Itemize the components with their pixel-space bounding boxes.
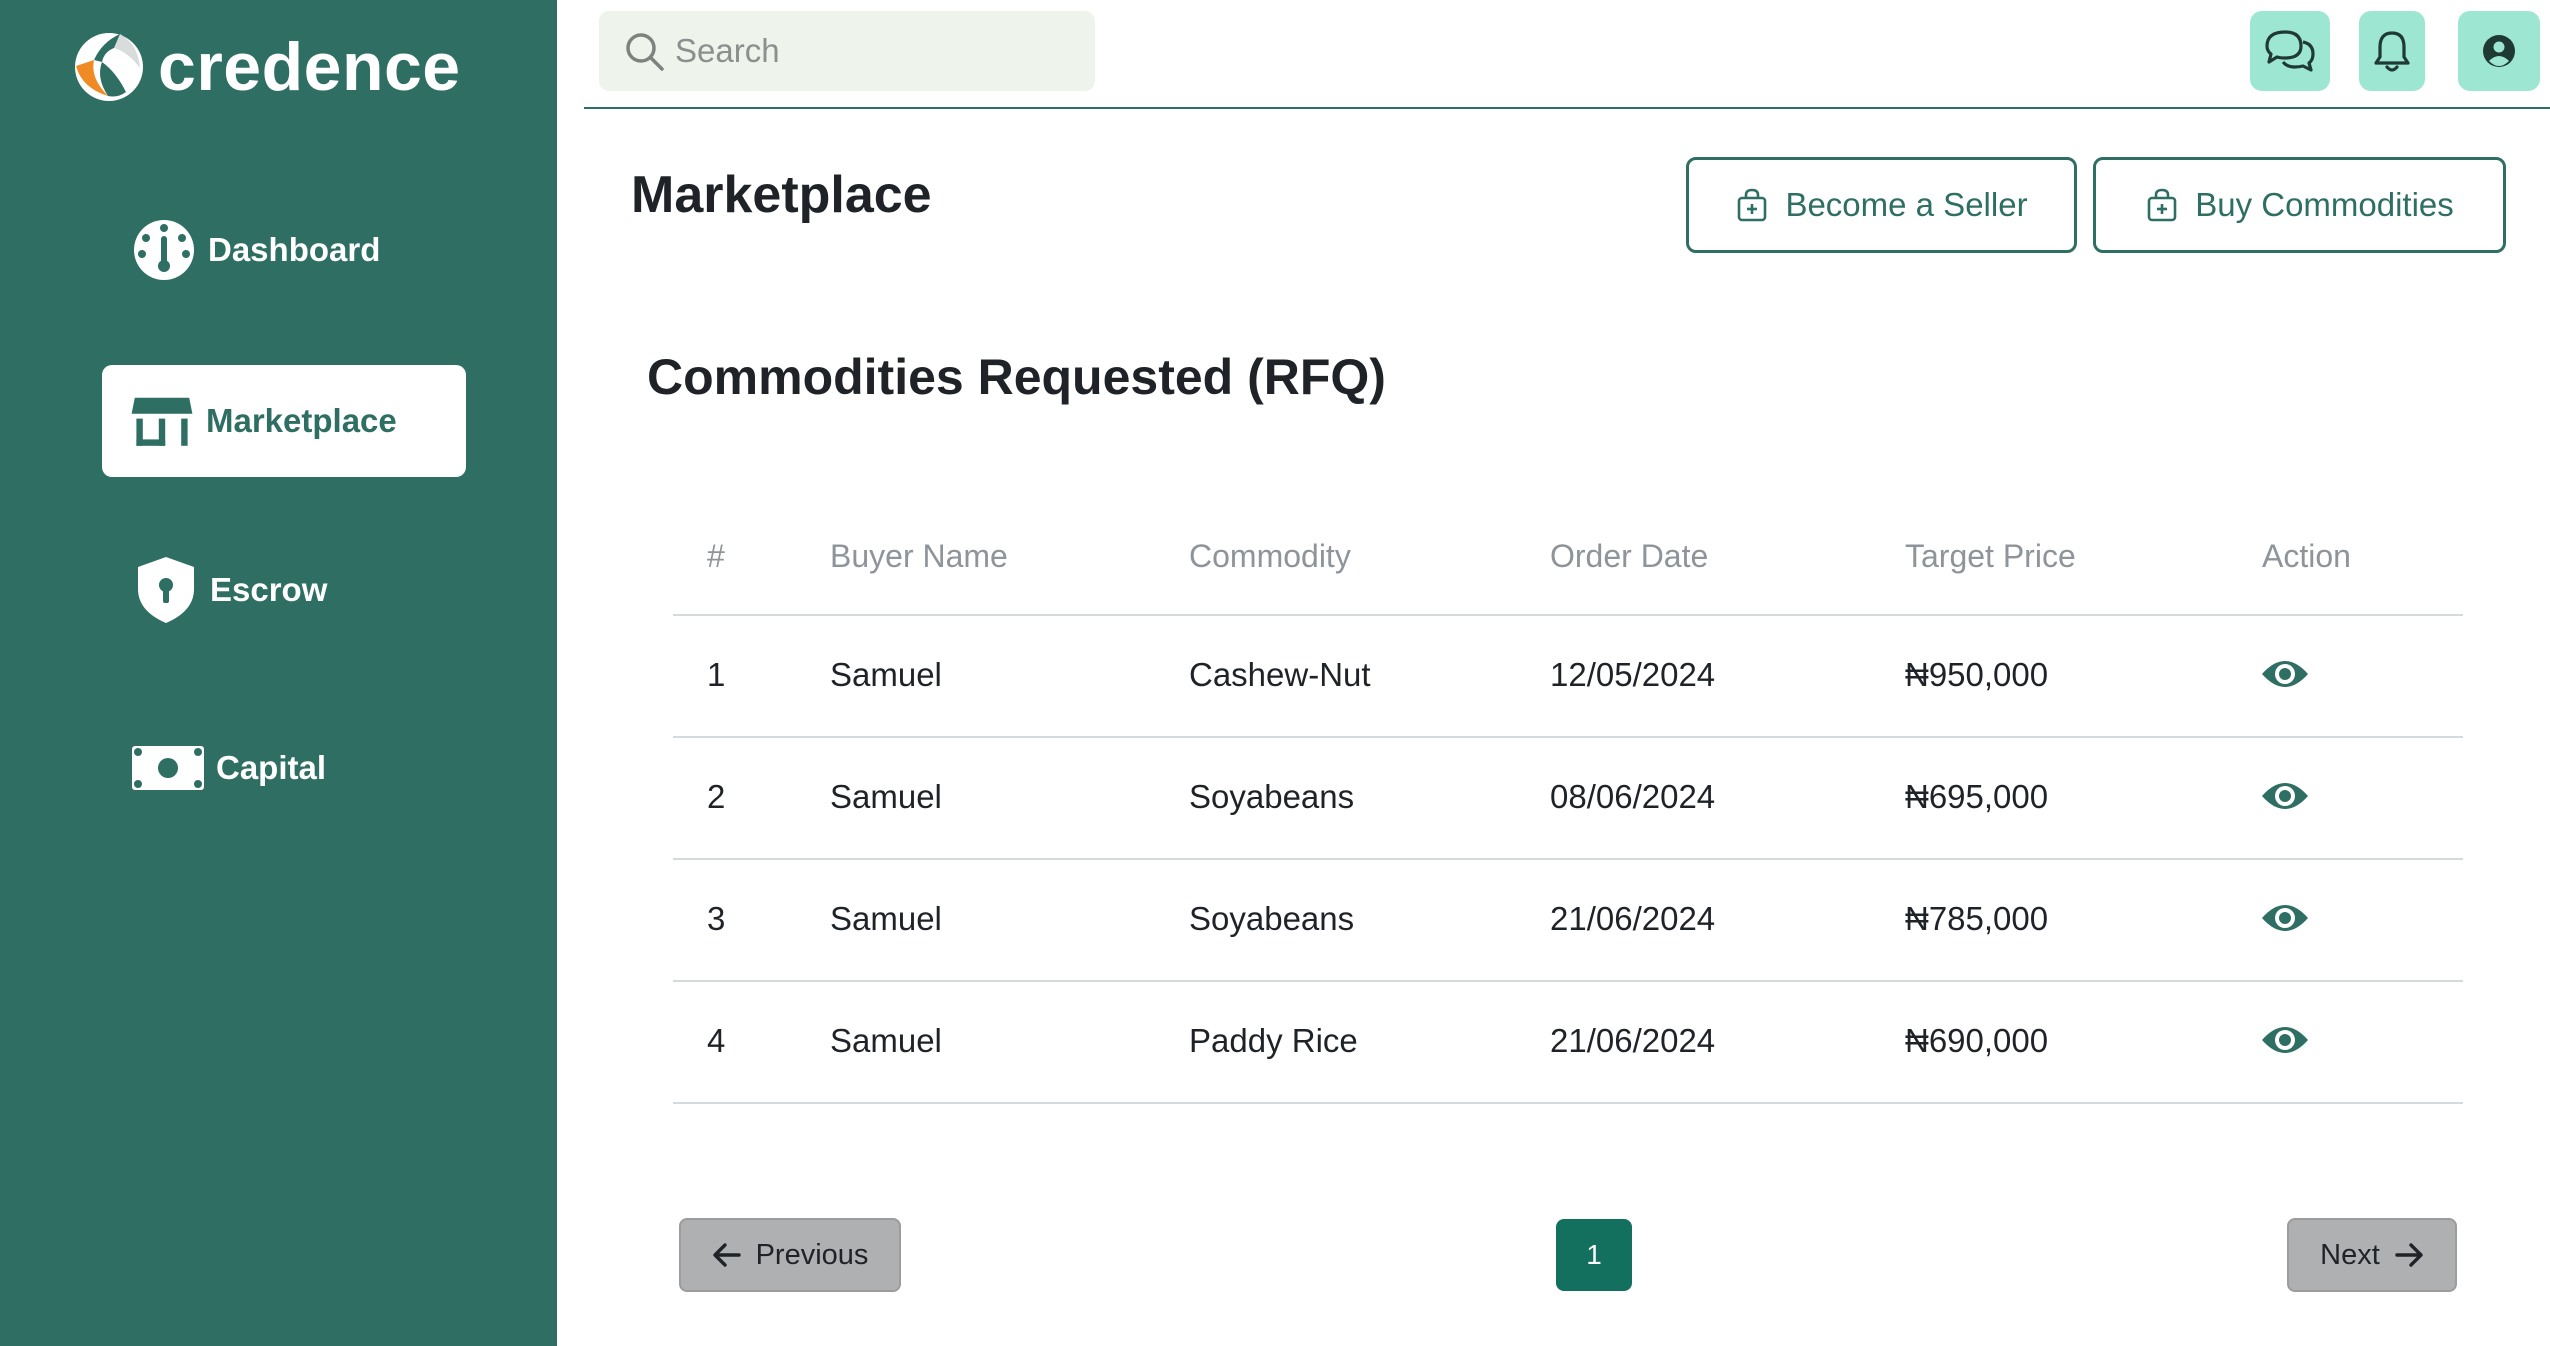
become-seller-button[interactable]: Become a Seller [1686,157,2077,253]
table-header: # Buyer Name Commodity Order Date Target… [673,518,2463,616]
sidebar-item-capital[interactable]: Capital [132,740,326,796]
order-date: 12/05/2024 [1550,656,1716,693]
chat-button[interactable] [2250,11,2330,91]
brand-name: credence [158,29,461,105]
target-price: ₦690,000 [1905,1022,2049,1059]
search-input[interactable] [675,32,1075,70]
column-header-order-date: Order Date [1550,538,1709,574]
page-number-current[interactable]: 1 [1556,1219,1632,1291]
page-title: Marketplace [631,166,932,224]
sidebar-item-dashboard[interactable]: Dashboard [132,218,380,282]
sidebar-item-label: Escrow [210,571,328,608]
credence-logo-icon [75,33,143,101]
order-date: 21/06/2024 [1550,1022,1716,1059]
previous-button[interactable]: Previous [679,1218,901,1292]
buyer-name: Samuel [830,900,942,937]
section-title: Commodities Requested (RFQ) [647,349,1386,405]
view-eye-icon[interactable] [2260,654,2310,694]
column-header-target-price: Target Price [1905,538,2076,574]
sidebar-item-label: Dashboard [208,231,381,268]
order-date: 08/06/2024 [1550,778,1716,815]
dashboard-icon [132,218,196,282]
buy-commodities-button[interactable]: Buy Commodities [2093,157,2506,253]
view-eye-icon[interactable] [2260,898,2310,938]
commodity: Soyabeans [1189,900,1355,937]
chat-icon [2265,30,2315,72]
brand-logo[interactable]: credence [68,26,461,108]
sidebar-item-label: Capital [216,749,327,786]
user-icon [2483,35,2515,67]
buyer-name: Samuel [830,778,942,815]
column-header-number: # [707,538,725,574]
row-number: 4 [707,1022,726,1059]
shield-lock-icon [134,557,198,623]
sidebar-item-escrow[interactable]: Escrow [134,555,327,625]
buyer-name: Samuel [830,656,942,693]
table-row: 4 Samuel Paddy Rice 21/06/2024 ₦690,000 [673,982,2463,1104]
sidebar-item-marketplace[interactable]: Marketplace [102,365,466,477]
top-bar [584,0,2550,109]
sidebar: credence Dashboard Marketplace Escrow Ca… [0,0,557,1346]
search-icon [626,33,664,71]
arrow-right-icon [2395,1243,2423,1267]
store-icon [130,389,194,453]
next-button[interactable]: Next [2287,1218,2457,1292]
arrow-left-icon [712,1243,741,1267]
commodity: Paddy Rice [1189,1022,1358,1059]
buyer-name: Samuel [830,1022,942,1059]
target-price: ₦785,000 [1905,900,2049,937]
commodity: Soyabeans [1189,778,1355,815]
table-row: 3 Samuel Soyabeans 21/06/2024 ₦785,000 [673,860,2463,982]
shopping-bag-plus-icon [1738,188,1767,222]
target-price: ₦950,000 [1905,656,2049,693]
order-date: 21/06/2024 [1550,900,1716,937]
table-row: 2 Samuel Soyabeans 08/06/2024 ₦695,000 [673,738,2463,860]
sidebar-item-label: Marketplace [206,402,397,439]
commodity: Cashew-Nut [1189,656,1371,693]
profile-button[interactable] [2458,11,2540,91]
become-seller-label: Become a Seller [1785,186,2028,223]
notifications-button[interactable] [2359,11,2425,91]
view-eye-icon[interactable] [2260,776,2310,816]
column-header-commodity: Commodity [1189,538,1351,574]
row-number: 3 [707,900,726,937]
row-number: 2 [707,778,726,815]
view-eye-icon[interactable] [2260,1020,2310,1060]
cash-icon [132,736,204,800]
next-label: Next [2320,1238,2380,1271]
bell-icon [2374,31,2410,72]
shopping-bag-plus-icon [2147,188,2177,222]
buy-commodities-label: Buy Commodities [2195,186,2454,223]
rfq-table: # Buyer Name Commodity Order Date Target… [673,518,2463,1104]
column-header-buyer-name: Buyer Name [830,538,1008,574]
table-row: 1 Samuel Cashew-Nut 12/05/2024 ₦950,000 [673,616,2463,738]
previous-label: Previous [755,1238,869,1271]
target-price: ₦695,000 [1905,778,2049,815]
search-box[interactable] [599,11,1095,91]
column-header-action: Action [2262,538,2351,574]
row-number: 1 [707,656,726,693]
